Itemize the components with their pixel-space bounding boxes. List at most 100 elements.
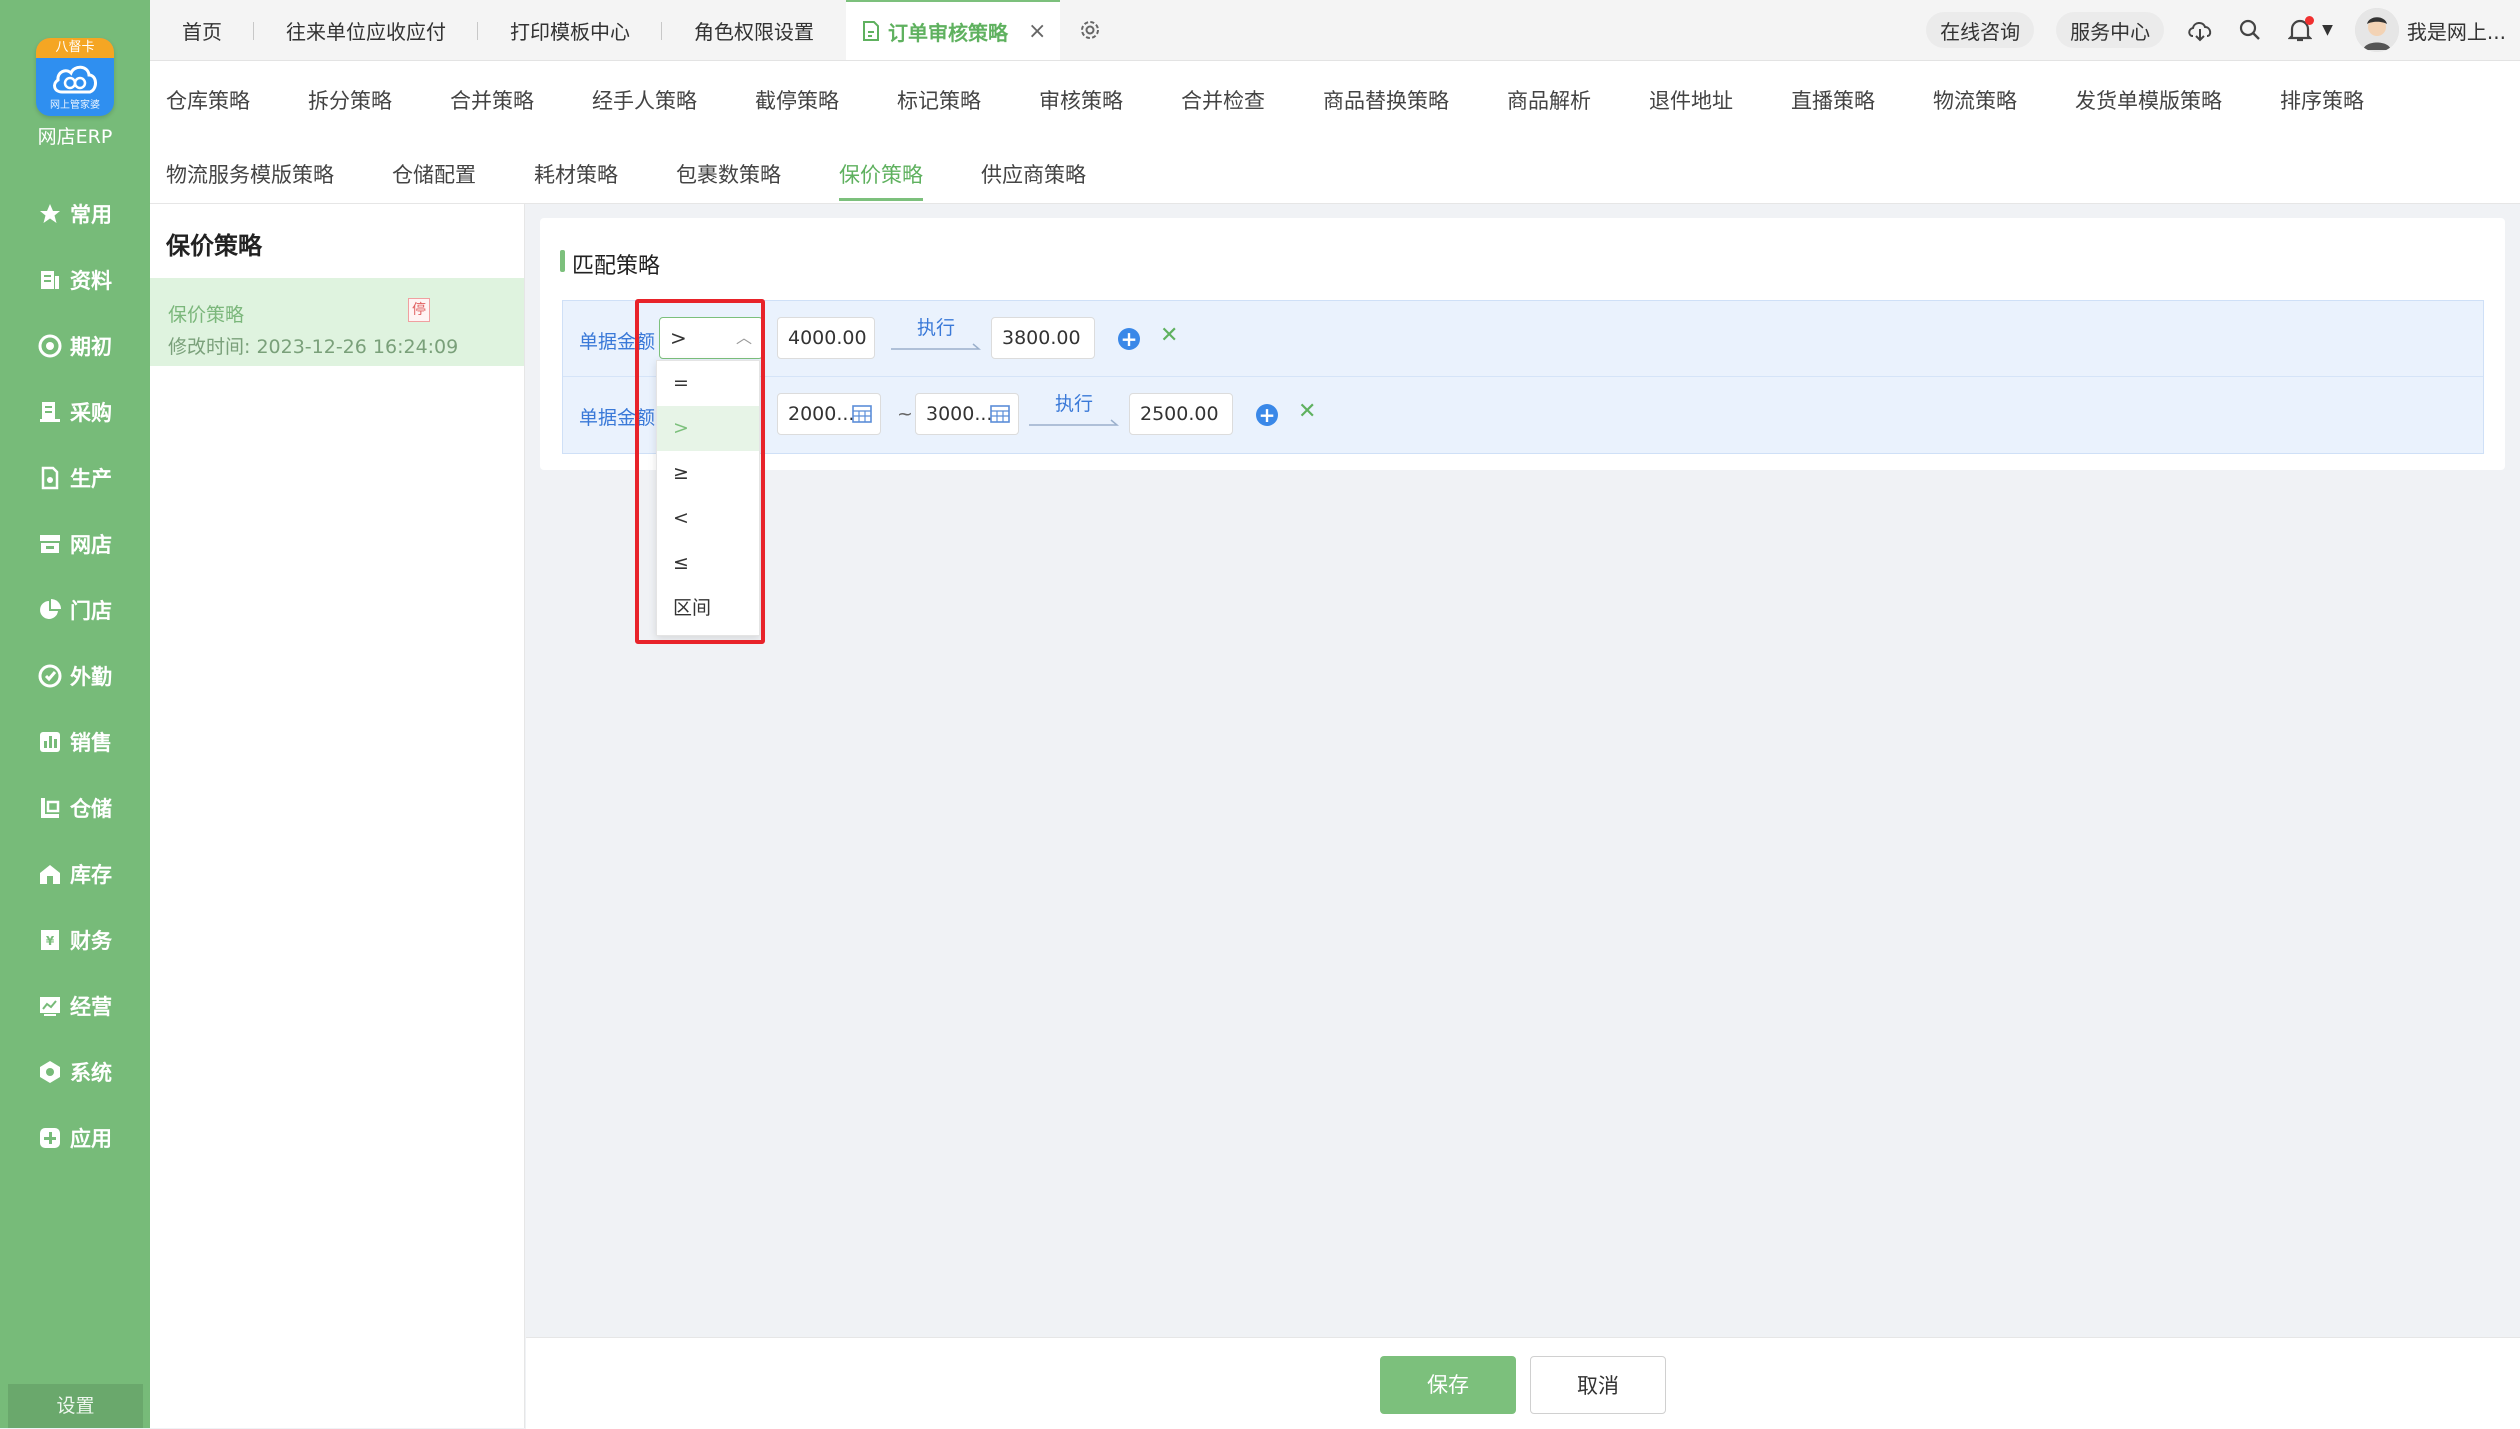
bell-icon[interactable] — [2286, 16, 2315, 44]
result-input[interactable]: 2500.00 — [1129, 393, 1233, 435]
nav-label: 外勤 — [70, 665, 112, 689]
amount-input[interactable]: 4000.00 — [777, 317, 875, 359]
range-to-input[interactable]: 3000... — [915, 393, 1019, 435]
close-icon[interactable]: × — [1028, 19, 1046, 44]
strategy-tab[interactable]: 标记策略 — [881, 75, 981, 127]
nav-item-shop[interactable]: 门店 — [0, 577, 150, 643]
star-icon — [40, 204, 60, 223]
range-to-value: 3000... — [926, 403, 993, 425]
nav-item-store[interactable]: 网店 — [0, 511, 150, 577]
strategy-tab[interactable]: 耗材策略 — [518, 149, 618, 201]
list-item-name: 保价策略 — [168, 304, 245, 326]
strategy-tab[interactable]: 审核策略 — [1023, 75, 1123, 127]
strategy-tab[interactable]: 合并检查 — [1165, 75, 1265, 127]
range-from-value: 2000... — [788, 403, 855, 425]
strategy-tab[interactable]: 经手人策略 — [576, 75, 697, 127]
nav-item-purchase[interactable]: 采购 — [0, 379, 150, 445]
strategy-tab[interactable]: 发货单模版策略 — [2059, 75, 2222, 127]
add-rule-button[interactable]: + — [1118, 328, 1140, 350]
delete-rule-button[interactable]: ✕ — [1160, 323, 1178, 348]
option-range[interactable]: 区间 — [657, 586, 759, 631]
nav-item-data[interactable]: 资料 — [0, 247, 150, 313]
nav-label: 仓储 — [70, 797, 112, 821]
strategy-tab[interactable]: 仓库策略 — [150, 75, 250, 127]
operator-select[interactable]: > ︿ — [659, 317, 763, 359]
rule-row: 单据金额 > ︿ 4000.00 执行 3800.00 + ✕ — [563, 301, 2483, 377]
status-badge: 停 — [408, 298, 430, 322]
action-footer: 保存 取消 — [526, 1337, 2520, 1429]
nav-item-system[interactable]: 系统 — [0, 1039, 150, 1105]
strategy-tab[interactable]: 物流服务模版策略 — [150, 149, 334, 201]
tab-receivables[interactable]: 往来单位应收应付 — [254, 0, 478, 60]
warehouse-icon — [41, 798, 60, 818]
nav-label: 财务 — [70, 929, 112, 953]
inventory-icon — [40, 865, 60, 884]
delete-rule-button[interactable]: ✕ — [1298, 399, 1316, 424]
plus-app-icon — [40, 1128, 60, 1148]
execute-text: 执行 — [916, 317, 955, 339]
strategy-tab[interactable]: 物流策略 — [1917, 75, 2017, 127]
nav-label: 资料 — [70, 269, 112, 293]
nav-item-apps[interactable]: 应用 — [0, 1105, 150, 1171]
app-logo[interactable]: 八督卡 网上管家婆 — [36, 38, 114, 116]
strategy-tab[interactable]: 保价策略 — [823, 149, 923, 201]
nav-item-business[interactable]: 经营 — [0, 973, 150, 1039]
tab-home[interactable]: 首页 — [150, 0, 254, 60]
strategy-tab[interactable]: 退件地址 — [1633, 75, 1733, 127]
range-from-input[interactable]: 2000... — [777, 393, 881, 435]
strategy-tab[interactable]: 仓储配置 — [376, 149, 476, 201]
strategy-tab[interactable]: 商品解析 — [1491, 75, 1591, 127]
nav-item-inventory[interactable]: 库存 — [0, 841, 150, 907]
option-greater-equal[interactable]: ≥ — [657, 451, 759, 496]
logo-badge: 八督卡 — [36, 38, 114, 58]
nav-label: 常用 — [70, 203, 112, 227]
section-title: 匹配策略 — [560, 248, 660, 280]
nav-item-common[interactable]: 常用 — [0, 181, 150, 247]
result-input[interactable]: 3800.00 — [991, 317, 1095, 359]
cloud-download-icon[interactable] — [2186, 16, 2214, 44]
nav-item-sales[interactable]: 销售 — [0, 709, 150, 775]
calculator-icon[interactable] — [852, 404, 872, 424]
nav-label: 经营 — [70, 995, 112, 1019]
nav-item-finance[interactable]: ¥ 财务 — [0, 907, 150, 973]
system-icon — [40, 1061, 60, 1083]
gear-icon[interactable] — [1078, 18, 1102, 42]
cancel-button[interactable]: 取消 — [1530, 1356, 1666, 1414]
svg-text:¥: ¥ — [46, 934, 55, 948]
option-equal[interactable]: = — [657, 361, 759, 406]
tab-order-review-strategy[interactable]: 订单审核策略 × — [846, 0, 1061, 60]
option-less-equal[interactable]: ≤ — [657, 541, 759, 586]
online-consult-button[interactable]: 在线咨询 — [1926, 12, 2035, 48]
active-tab-label: 订单审核策略 — [888, 20, 1008, 45]
strategy-tab[interactable]: 包裹数策略 — [660, 149, 781, 201]
list-item[interactable]: 保价策略 修改时间: 2023-12-26 16:24:09 停 — [150, 278, 524, 366]
option-greater[interactable]: > — [657, 406, 759, 451]
chevron-down-icon[interactable]: ▼ — [2322, 22, 2333, 38]
option-less[interactable]: < — [657, 496, 759, 541]
search-icon[interactable] — [2236, 16, 2264, 44]
service-center-button[interactable]: 服务中心 — [2056, 12, 2165, 48]
strategy-tab[interactable]: 合并策略 — [434, 75, 534, 127]
avatar — [2354, 8, 2399, 52]
strategy-tab[interactable]: 截停策略 — [739, 75, 839, 127]
nav-item-opening[interactable]: 期初 — [0, 313, 150, 379]
strategy-tab[interactable]: 排序策略 — [2264, 75, 2364, 127]
strategy-tab[interactable]: 供应商策略 — [965, 149, 1086, 201]
settings-button[interactable]: 设置 — [8, 1384, 143, 1428]
document-icon — [41, 271, 59, 289]
logo-subtitle: 网上管家婆 — [50, 100, 100, 111]
nav-item-warehouse[interactable]: 仓储 — [0, 775, 150, 841]
add-rule-button[interactable]: + — [1256, 404, 1278, 426]
strategy-tab[interactable]: 商品替换策略 — [1307, 75, 1449, 127]
target-icon — [38, 334, 62, 358]
tab-role-permissions[interactable]: 角色权限设置 — [662, 0, 846, 60]
calculator-icon[interactable] — [990, 404, 1010, 424]
tab-print-templates[interactable]: 打印模板中心 — [478, 0, 662, 60]
nav-item-production[interactable]: 生产 — [0, 445, 150, 511]
rule-row: 单据金额 2000... ~ 3000... 执行 2500.00 + ✕ — [563, 377, 2483, 452]
strategy-tab[interactable]: 拆分策略 — [292, 75, 392, 127]
strategy-tab[interactable]: 直播策略 — [1775, 75, 1875, 127]
save-button[interactable]: 保存 — [1380, 1356, 1516, 1414]
nav-item-field[interactable]: 外勤 — [0, 643, 150, 709]
user-menu[interactable]: 我是网上... — [2354, 8, 2506, 52]
